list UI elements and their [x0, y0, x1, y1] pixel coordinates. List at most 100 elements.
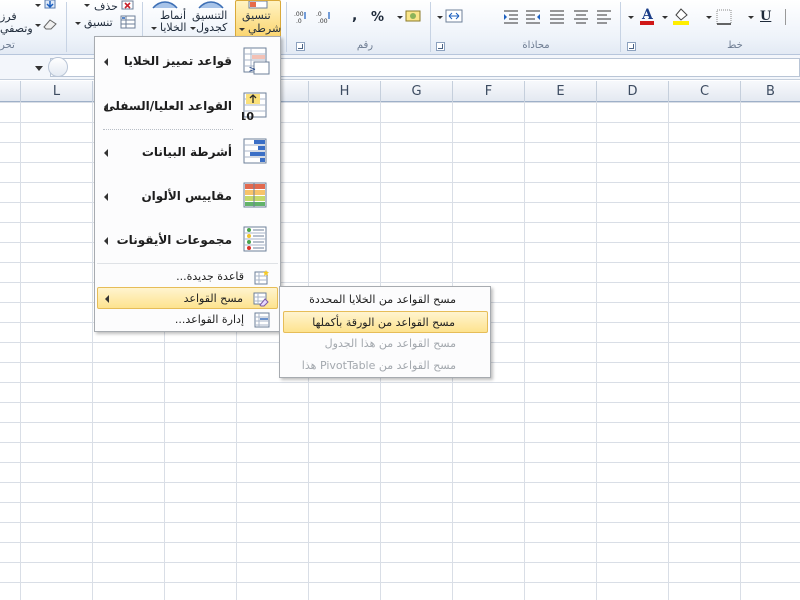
menu-item-clear-rules[interactable]: مسح القواعد	[97, 287, 278, 309]
increase-decimal-icon[interactable]: .0.00	[316, 10, 332, 25]
percent-style-button[interactable]: %	[371, 10, 384, 25]
borders-dropdown-arrow-icon[interactable]	[706, 16, 712, 19]
accounting-format-icon[interactable]	[405, 9, 421, 23]
underline-dropdown-arrow-icon[interactable]	[748, 16, 754, 19]
column-header-h[interactable]: H	[308, 81, 380, 102]
conditional-formatting-label-2: شرطي	[248, 22, 282, 35]
fill-down-icon[interactable]	[44, 0, 56, 10]
data-bars-icon	[242, 137, 272, 167]
formula-bar-expand-handle[interactable]	[48, 57, 68, 77]
font-color-dropdown-arrow-icon[interactable]	[628, 16, 634, 19]
name-box-dropdown-arrow-icon[interactable]	[35, 66, 43, 71]
menu-item-highlight-cells-rules[interactable]: < قواعد تمييز الخلايا	[95, 42, 280, 82]
clear-dropdown-arrow-icon[interactable]	[35, 24, 41, 27]
menu-item-top-bottom-rules[interactable]: 10 القواعد العليا/السفلى	[95, 87, 280, 127]
fill-color-icon[interactable]	[672, 6, 690, 26]
cell-styles-label-2[interactable]: الخلايا	[160, 21, 187, 34]
menu-item-label: قاعدة جديدة...	[176, 270, 244, 283]
conditional-formatting-dropdown-arrow-icon	[239, 28, 245, 31]
column-header-g[interactable]: G	[380, 81, 452, 102]
eraser-icon[interactable]	[42, 18, 58, 30]
align-center-icon[interactable]	[573, 10, 589, 24]
font-color-icon[interactable]: A	[639, 6, 655, 26]
comma-style-button[interactable]: ,	[352, 8, 357, 24]
svg-text:.0: .0	[296, 18, 302, 24]
grid-column-line	[668, 102, 669, 600]
conditional-formatting-button[interactable]: تنسيق شرطي	[235, 0, 281, 38]
submenu-arrow-icon	[105, 295, 109, 303]
borders-icon[interactable]	[716, 9, 732, 25]
svg-text:.0: .0	[316, 11, 322, 18]
svg-text:A: A	[641, 7, 654, 23]
menu-item-icon-sets[interactable]: مجموعات الأيقونات	[95, 221, 280, 261]
format-cells-label[interactable]: تنسيق	[84, 16, 113, 29]
top-bottom-rules-icon: 10	[239, 91, 272, 123]
menu-item-label: مجموعات الأيقونات	[116, 233, 232, 247]
format-dropdown-arrow-icon[interactable]	[75, 22, 81, 25]
menu-item-color-scales[interactable]: مقاييس الألوان	[95, 177, 280, 217]
highlight-cells-rules-icon: <	[242, 46, 272, 76]
fill-dropdown-arrow-icon[interactable]	[35, 4, 41, 7]
column-header-d[interactable]: D	[596, 81, 668, 102]
align-right-icon[interactable]	[549, 10, 565, 24]
italic-button[interactable]	[785, 9, 800, 25]
grid-column-line	[596, 102, 597, 600]
menu-item-label: إدارة القواعد...	[174, 313, 244, 326]
sort-filter-label-2[interactable]: وتصفي	[0, 22, 33, 35]
currency-dropdown-arrow-icon[interactable]	[397, 16, 403, 19]
number-dialog-launcher-icon[interactable]	[296, 42, 305, 51]
font-dialog-launcher-icon[interactable]	[627, 42, 636, 51]
svg-text:.00: .00	[318, 18, 328, 24]
svg-text:10: 10	[242, 110, 254, 121]
number-group-label: رقم	[356, 40, 374, 51]
column-header-f[interactable]: F	[452, 81, 524, 102]
merge-dropdown-arrow-icon[interactable]	[437, 16, 443, 19]
submenu-item-clear-entire-sheet[interactable]: مسح القواعد من الورقة بأكملها	[283, 311, 488, 333]
submenu-arrow-icon	[104, 149, 108, 157]
format-as-table-dropdown-arrow-icon[interactable]	[190, 27, 196, 30]
increase-indent-icon[interactable]	[503, 10, 519, 24]
clear-rules-submenu: مسح القواعد من الخلايا المحددة مسح القوا…	[279, 286, 491, 378]
column-header-e[interactable]: E	[524, 81, 596, 102]
underline-button[interactable]: U	[760, 9, 771, 24]
conditional-formatting-label-1: تنسيق	[242, 9, 271, 22]
column-header-c[interactable]: C	[668, 81, 740, 102]
alignment-dialog-launcher-icon[interactable]	[436, 42, 445, 51]
grid-column-line	[20, 102, 21, 600]
format-as-table-label-2[interactable]: كجدول	[196, 21, 227, 34]
cell-styles-dropdown-arrow-icon[interactable]	[151, 27, 157, 30]
grid-column-line	[524, 102, 525, 600]
editing-group-label: تحر	[0, 40, 15, 51]
decrease-indent-icon[interactable]	[525, 10, 541, 24]
submenu-item-clear-this-pivottable: مسح القواعد من PivotTable هذا	[283, 355, 488, 377]
menu-separator	[97, 263, 278, 264]
submenu-item-clear-selected-cells[interactable]: مسح القواعد من الخلايا المحددة	[283, 289, 488, 311]
svg-text:<: <	[248, 65, 256, 75]
clear-rules-icon	[253, 291, 269, 307]
merge-center-icon[interactable]	[445, 9, 463, 23]
menu-item-data-bars[interactable]: أشرطة البيانات	[95, 133, 280, 173]
column-header-l[interactable]: L	[20, 81, 92, 102]
align-left-icon[interactable]	[596, 10, 612, 24]
fill-color-dropdown-arrow-icon[interactable]	[662, 16, 668, 19]
delete-cells-label[interactable]: حذف	[94, 0, 118, 13]
font-group-label: خط	[727, 40, 743, 51]
submenu-item-label: مسح القواعد من الخلايا المحددة	[309, 293, 456, 306]
delete-dropdown-arrow-icon[interactable]	[84, 4, 90, 7]
delete-cells-icon[interactable]	[121, 0, 135, 10]
submenu-arrow-icon	[104, 58, 108, 66]
decrease-decimal-icon[interactable]: .00.0	[294, 10, 308, 25]
conditional-formatting-icon	[248, 0, 268, 9]
color-scales-icon	[242, 181, 272, 211]
alignment-group-label: محاذاة	[522, 40, 550, 51]
menu-item-label: أشرطة البيانات	[141, 145, 232, 159]
submenu-item-label: مسح القواعد من هذا الجدول	[324, 337, 456, 350]
column-header-b[interactable]: B	[740, 81, 800, 102]
menu-item-manage-rules[interactable]: إدارة القواعد...	[97, 309, 278, 331]
menu-item-new-rule[interactable]: قاعدة جديدة...	[97, 266, 278, 288]
submenu-item-label: مسح القواعد من الورقة بأكملها	[312, 316, 455, 329]
submenu-item-clear-this-table: مسح القواعد من هذا الجدول	[283, 333, 488, 355]
grid-column-line	[740, 102, 741, 600]
format-cells-icon[interactable]	[120, 15, 136, 30]
menu-item-label: القواعد العليا/السفلى	[103, 99, 232, 113]
